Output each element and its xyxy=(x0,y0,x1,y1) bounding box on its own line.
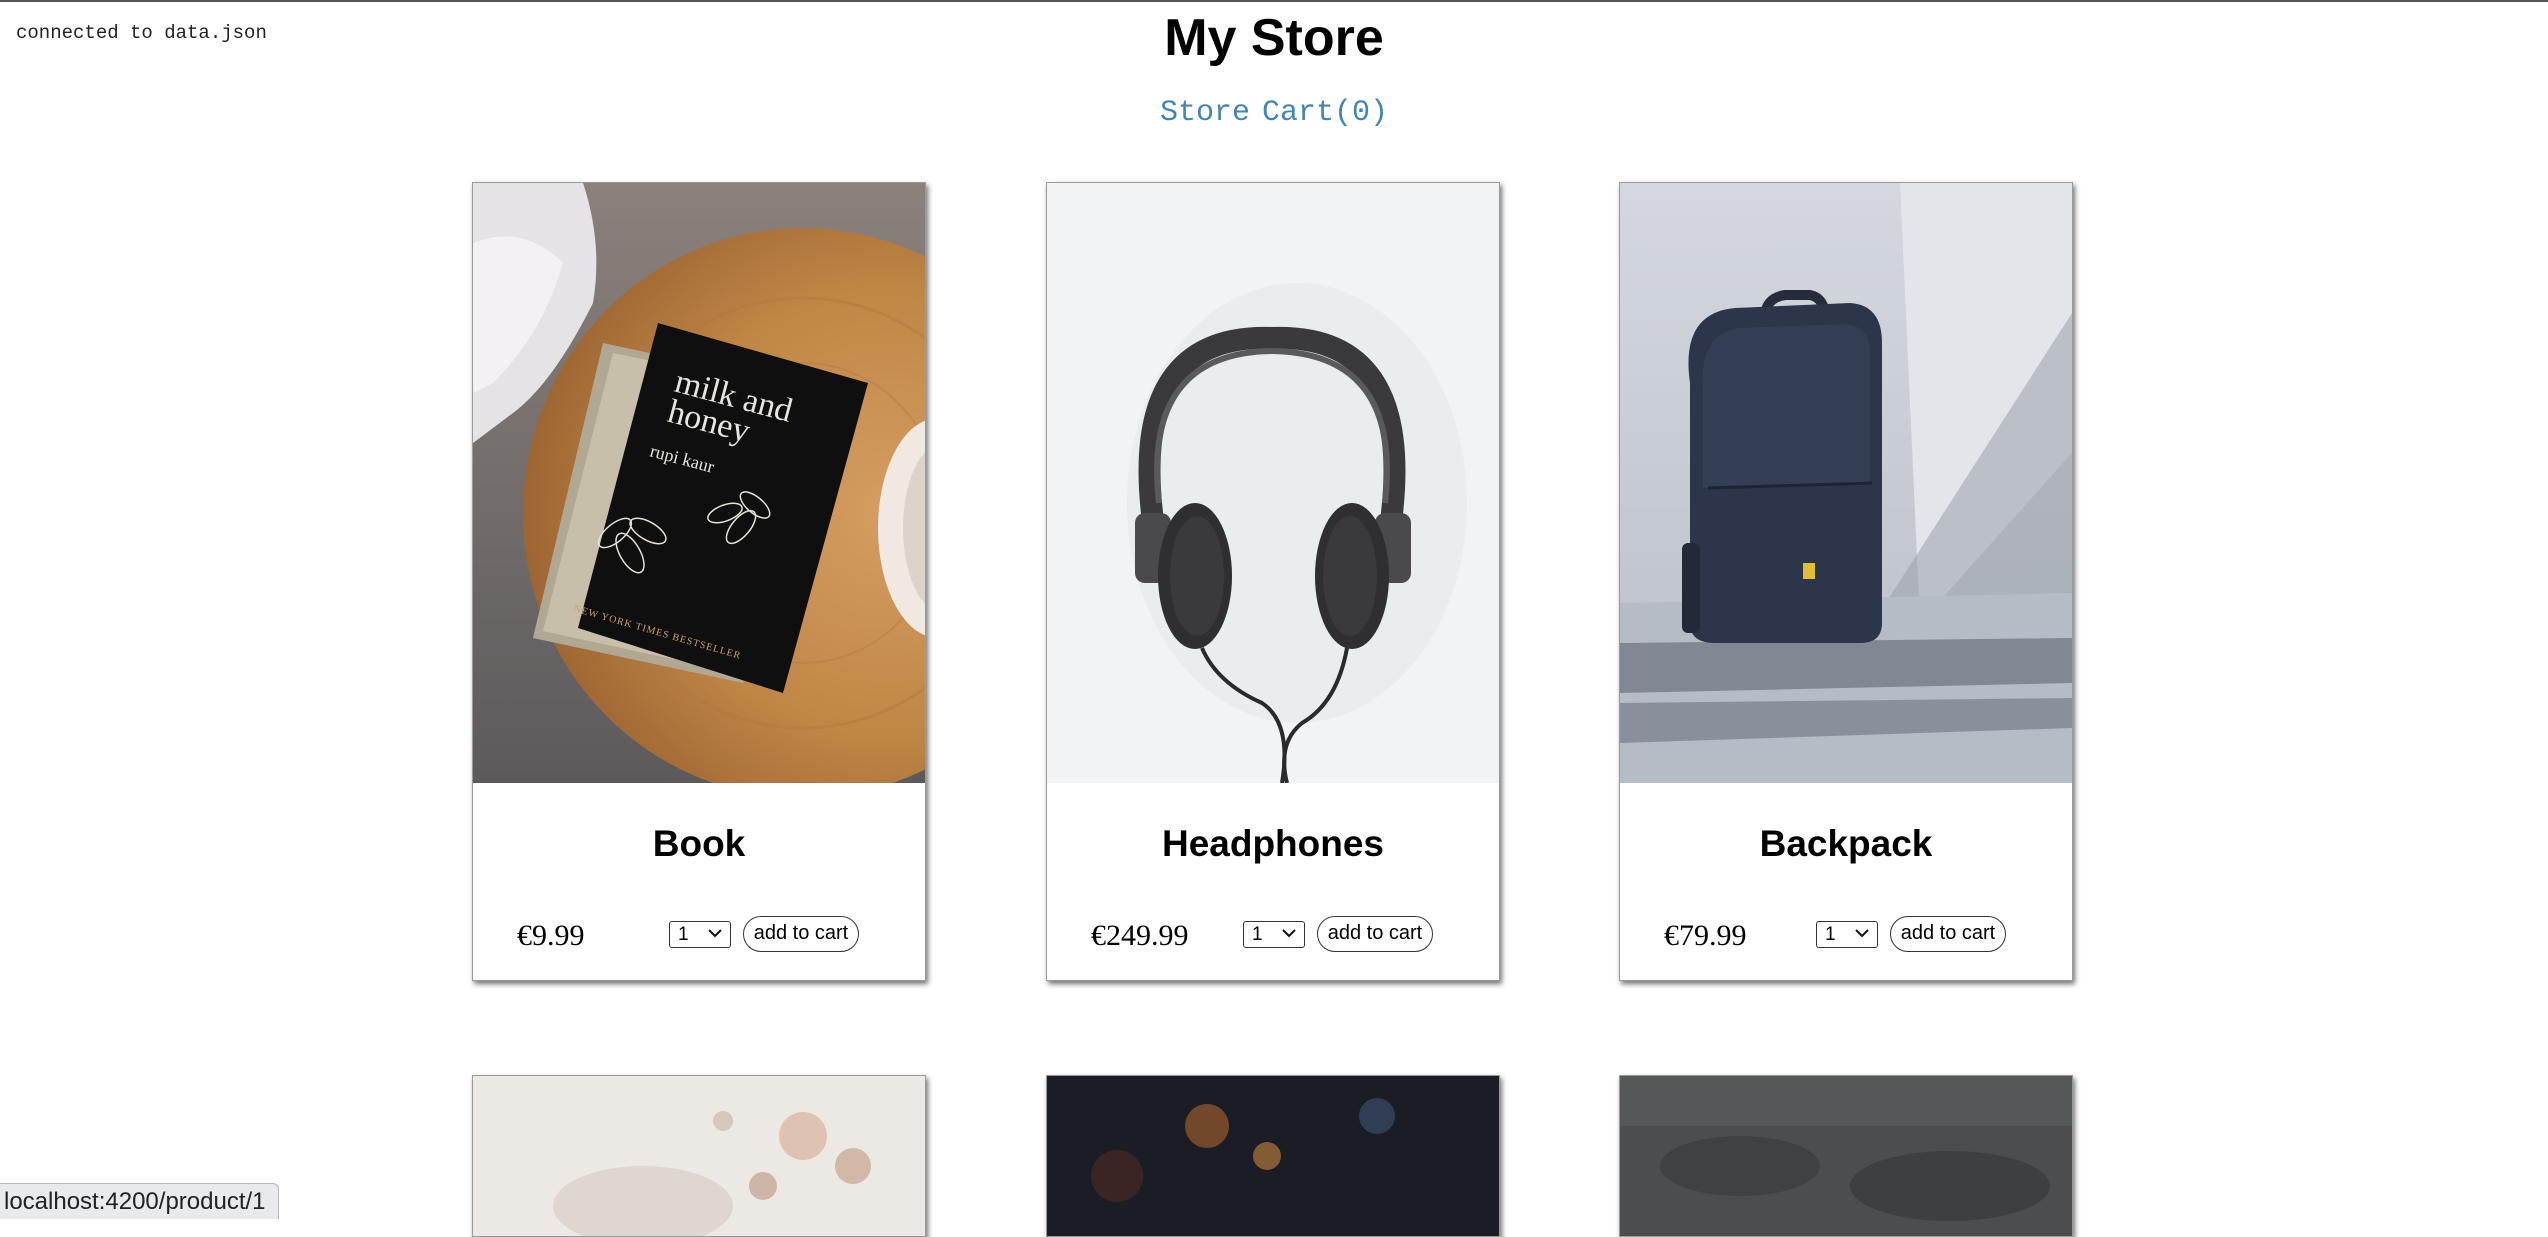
product-card-partial-3[interactable] xyxy=(1619,1075,2073,1237)
browser-status-url: localhost:4200/product/1 xyxy=(0,1183,279,1219)
add-to-cart-button[interactable]: add to cart xyxy=(743,916,859,952)
product-image-partial-2[interactable] xyxy=(1047,1076,1499,1236)
product-price: €79.99 xyxy=(1664,919,1747,952)
product-name[interactable]: Book xyxy=(473,823,925,865)
chevron-down-icon xyxy=(1282,929,1296,938)
quantity-select[interactable]: 1 xyxy=(669,921,731,948)
product-card-backpack[interactable]: Backpack €79.99 1 add to cart xyxy=(1619,182,2073,981)
product-image-partial-3[interactable] xyxy=(1620,1076,2072,1236)
product-image-partial-1[interactable] xyxy=(473,1076,925,1236)
product-card-partial-2[interactable] xyxy=(1046,1075,1500,1237)
product-price: €9.99 xyxy=(517,919,585,952)
product-name[interactable]: Headphones xyxy=(1047,823,1499,865)
product-name[interactable]: Backpack xyxy=(1620,823,2072,865)
product-image-backpack[interactable] xyxy=(1620,183,2072,783)
product-image-headphones[interactable] xyxy=(1047,183,1499,783)
product-price: €249.99 xyxy=(1091,919,1189,952)
quantity-value: 1 xyxy=(678,924,689,945)
product-card-partial-1[interactable] xyxy=(472,1075,926,1237)
product-card-headphones[interactable]: Headphones €249.99 1 add to cart xyxy=(1046,182,1500,981)
quantity-select[interactable]: 1 xyxy=(1243,921,1305,948)
chevron-down-icon xyxy=(708,929,722,938)
window-top-border xyxy=(0,0,2548,2)
nav-store-link[interactable]: Store xyxy=(1160,96,1250,130)
quantity-value: 1 xyxy=(1825,924,1836,945)
quantity-select[interactable]: 1 xyxy=(1816,921,1878,948)
chevron-down-icon xyxy=(1855,929,1869,938)
product-image-book[interactable]: milk and honey rupi kaur NEW YORK TIMES … xyxy=(473,183,925,783)
quantity-value: 1 xyxy=(1252,924,1263,945)
nav-cart-link[interactable]: Cart(0) xyxy=(1262,96,1388,130)
add-to-cart-button[interactable]: add to cart xyxy=(1317,916,1433,952)
page-title: My Store xyxy=(1164,9,1384,67)
add-to-cart-button[interactable]: add to cart xyxy=(1890,916,2006,952)
product-card-book[interactable]: milk and honey rupi kaur NEW YORK TIMES … xyxy=(472,182,926,981)
top-nav: Store Cart(0) xyxy=(0,96,2548,130)
